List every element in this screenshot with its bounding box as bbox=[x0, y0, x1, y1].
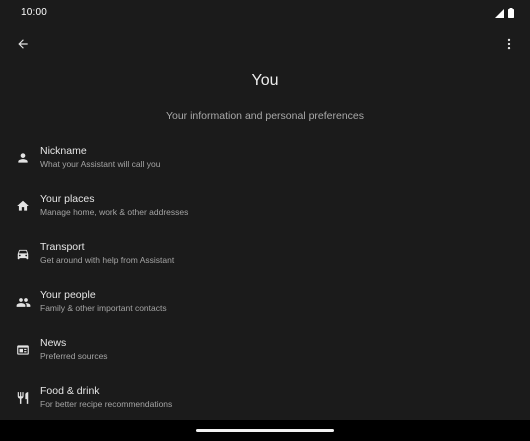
list-item-subtitle: Family & other important contacts bbox=[40, 303, 167, 313]
home-gesture-handle[interactable] bbox=[196, 429, 334, 432]
list-item-title: Your people bbox=[40, 289, 96, 301]
status-icons bbox=[495, 8, 514, 18]
restaurant-icon bbox=[14, 389, 32, 407]
arrow-back-icon bbox=[16, 37, 30, 56]
list-item-subtitle: Preferred sources bbox=[40, 351, 108, 361]
news-icon bbox=[14, 341, 32, 359]
signal-icon bbox=[495, 8, 504, 18]
list-item-subtitle: Manage home, work & other addresses bbox=[40, 207, 189, 217]
person-icon bbox=[14, 149, 32, 167]
app-bar bbox=[0, 32, 530, 60]
list-item-subtitle: For better recipe recommendations bbox=[40, 399, 173, 409]
list-item-transport[interactable]: Transport Get around with help from Assi… bbox=[0, 230, 530, 278]
list-item-title: News bbox=[40, 337, 67, 349]
status-time: 10:00 bbox=[21, 7, 48, 18]
list-item-your-places[interactable]: Your places Manage home, work & other ad… bbox=[0, 182, 530, 230]
more-vert-icon bbox=[502, 37, 516, 56]
list-item-subtitle: What your Assistant will call you bbox=[40, 159, 161, 169]
list-item-title: Food & drink bbox=[40, 385, 100, 397]
list-item-title: Your places bbox=[40, 193, 95, 205]
home-icon bbox=[14, 197, 32, 215]
list-item-food-drink[interactable]: Food & drink For better recipe recommend… bbox=[0, 374, 530, 422]
list-item-subtitle: Get around with help from Assistant bbox=[40, 255, 175, 265]
assistant-you-screen: 10:00 You Your information and personal … bbox=[0, 0, 530, 441]
car-icon bbox=[14, 245, 32, 263]
list-item-your-people[interactable]: Your people Family & other important con… bbox=[0, 278, 530, 326]
more-options-button[interactable] bbox=[498, 35, 520, 57]
battery-icon bbox=[508, 8, 514, 18]
list-item-nickname[interactable]: Nickname What your Assistant will call y… bbox=[0, 134, 530, 182]
back-button[interactable] bbox=[12, 35, 34, 57]
people-icon bbox=[14, 293, 32, 311]
page-subtitle: Your information and personal preference… bbox=[165, 110, 365, 122]
status-bar: 10:00 bbox=[0, 0, 530, 26]
page-title: You bbox=[251, 72, 279, 89]
navigation-bar bbox=[0, 420, 530, 441]
settings-list: Nickname What your Assistant will call y… bbox=[0, 134, 530, 422]
list-item-title: Nickname bbox=[40, 145, 87, 157]
list-item-news[interactable]: News Preferred sources bbox=[0, 326, 530, 374]
list-item-title: Transport bbox=[40, 241, 85, 253]
